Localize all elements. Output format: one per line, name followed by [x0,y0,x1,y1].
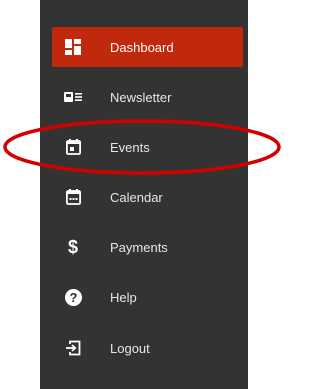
sidebar-item-help[interactable]: ? Help [52,277,243,317]
sidebar-item-calendar[interactable]: Calendar [52,177,243,217]
sidebar-item-events[interactable]: Events [52,127,243,167]
sidebar-item-label: Events [110,139,150,155]
sidebar-item-logout[interactable]: Logout [52,328,243,368]
calendar-icon [62,186,84,208]
svg-text:$: $ [68,237,78,257]
sidebar-item-label: Newsletter [110,89,172,105]
sidebar-nav: Dashboard Newsletter Events Calendar $ P… [40,0,248,389]
sidebar-item-newsletter[interactable]: Newsletter [52,77,243,117]
svg-text:?: ? [69,290,77,305]
sidebar-item-label: Logout [110,340,150,356]
sidebar-item-label: Calendar [110,189,163,205]
event-icon [62,136,84,158]
newsletter-icon [62,86,84,108]
sidebar-item-payments[interactable]: $ Payments [52,227,243,267]
dashboard-icon [62,36,84,58]
sidebar-item-dashboard[interactable]: Dashboard [52,27,243,67]
sidebar-item-label: Dashboard [110,39,174,55]
sidebar-item-label: Payments [110,239,168,255]
help-icon: ? [62,286,84,308]
logout-icon [62,337,84,359]
sidebar-item-label: Help [110,289,137,305]
dollar-icon: $ [62,236,84,258]
